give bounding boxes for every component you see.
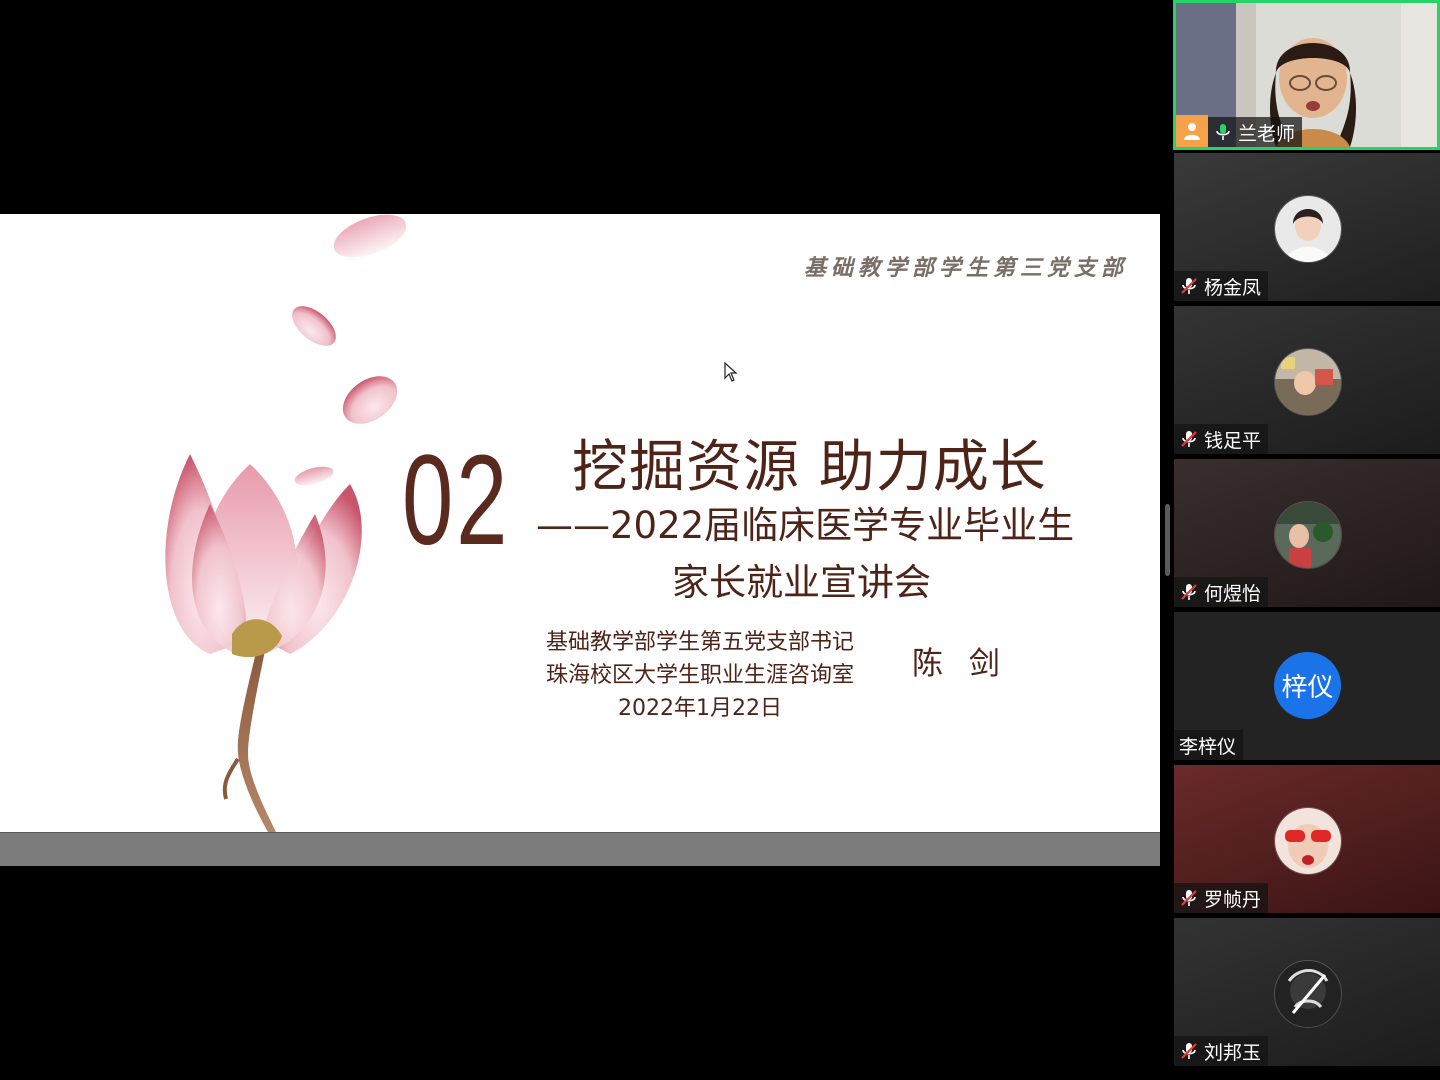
presentation-slide: 基础教学部学生第三党支部 02 挖掘资源 助力成长 ——2022届临床医学专业毕… bbox=[0, 214, 1160, 832]
department-header: 基础教学部学生第三党支部 bbox=[803, 255, 1128, 281]
microphone-on-icon bbox=[1216, 124, 1230, 140]
slide-title: 挖掘资源 助力成长 bbox=[572, 435, 1047, 500]
presenter-org: 珠海校区大学生职业生涯咨询室 bbox=[545, 663, 854, 688]
microphone-muted-icon bbox=[1181, 278, 1197, 294]
participant-avatar bbox=[1274, 807, 1342, 875]
participant-name-plate: 罗帧丹 bbox=[1174, 883, 1269, 913]
presenter-role: 基础教学部学生第五党支部书记 bbox=[545, 630, 854, 655]
participant-tile-active-speaker[interactable]: 兰老师 bbox=[1173, 0, 1440, 150]
participant-tile[interactable]: 钱足平 bbox=[1174, 306, 1440, 454]
participant-text-avatar: 梓仪 bbox=[1274, 652, 1341, 719]
participant-name-plate: 刘邦玉 bbox=[1174, 1036, 1269, 1066]
mouse-cursor-icon bbox=[724, 362, 738, 382]
participant-name: 罗帧丹 bbox=[1204, 888, 1262, 911]
participant-name: 李梓仪 bbox=[1179, 735, 1237, 758]
participant-tile[interactable]: 杨金凤 bbox=[1174, 153, 1440, 301]
section-number: 02 bbox=[402, 429, 511, 572]
petal bbox=[342, 376, 398, 424]
flower-stem bbox=[237, 644, 276, 832]
participant-name: 杨金凤 bbox=[1204, 276, 1262, 299]
petal bbox=[333, 214, 407, 258]
participant-name-plate: 兰老师 bbox=[1208, 117, 1303, 147]
participant-tile[interactable]: 罗帧丹 bbox=[1174, 765, 1440, 913]
presenter-info: 基础教学部学生第五党支部书记 珠海校区大学生职业生涯咨询室 2022年1月22日 bbox=[540, 626, 860, 725]
participant-name: 刘邦玉 bbox=[1204, 1041, 1262, 1064]
slide-bottom-bar bbox=[0, 832, 1160, 866]
magnolia-illustration bbox=[165, 214, 407, 832]
microphone-muted-icon bbox=[1181, 890, 1197, 906]
participant-name: 兰老师 bbox=[1238, 122, 1296, 145]
slide-subtitle-line2: 家长就业宣讲会 bbox=[672, 561, 931, 604]
microphone-muted-icon bbox=[1181, 431, 1197, 447]
participant-avatar bbox=[1274, 960, 1342, 1028]
participant-name-plate: 杨金凤 bbox=[1174, 271, 1269, 301]
presenter-date: 2022年1月22日 bbox=[618, 696, 782, 721]
microphone-muted-icon bbox=[1181, 584, 1197, 600]
participant-name-plate: 何煜怡 bbox=[1174, 577, 1269, 607]
host-user-icon bbox=[1184, 123, 1200, 140]
participant-name-plate: 钱足平 bbox=[1174, 424, 1269, 454]
participant-avatar bbox=[1274, 195, 1342, 263]
petal bbox=[294, 466, 334, 486]
microphone-muted-icon bbox=[1181, 1043, 1197, 1059]
participant-name-plate: 李梓仪 bbox=[1174, 730, 1244, 760]
participant-tile[interactable]: 何煜怡 bbox=[1174, 459, 1440, 607]
host-badge bbox=[1176, 115, 1208, 147]
gallery-scrollbar[interactable] bbox=[1165, 504, 1170, 576]
slide-subtitle: ——2022届临床医学专业毕业生 bbox=[536, 504, 1075, 547]
participant-avatar bbox=[1274, 348, 1342, 416]
participant-name: 何煜怡 bbox=[1204, 582, 1262, 605]
participant-name: 钱足平 bbox=[1204, 429, 1262, 452]
petal bbox=[292, 306, 336, 346]
shared-screen-area: 基础教学部学生第三党支部 02 挖掘资源 助力成长 ——2022届临床医学专业毕… bbox=[0, 0, 1172, 1080]
participant-avatar bbox=[1274, 501, 1342, 569]
presenter-name: 陈 剑 bbox=[912, 646, 1008, 682]
participant-gallery: 兰老师 杨金凤 钱足平 何煜怡 梓仪 李梓仪 罗帧丹 刘邦玉 bbox=[1172, 0, 1440, 1080]
participant-tile[interactable]: 梓仪 李梓仪 bbox=[1174, 612, 1440, 760]
participant-tile[interactable]: 刘邦玉 bbox=[1174, 918, 1440, 1066]
